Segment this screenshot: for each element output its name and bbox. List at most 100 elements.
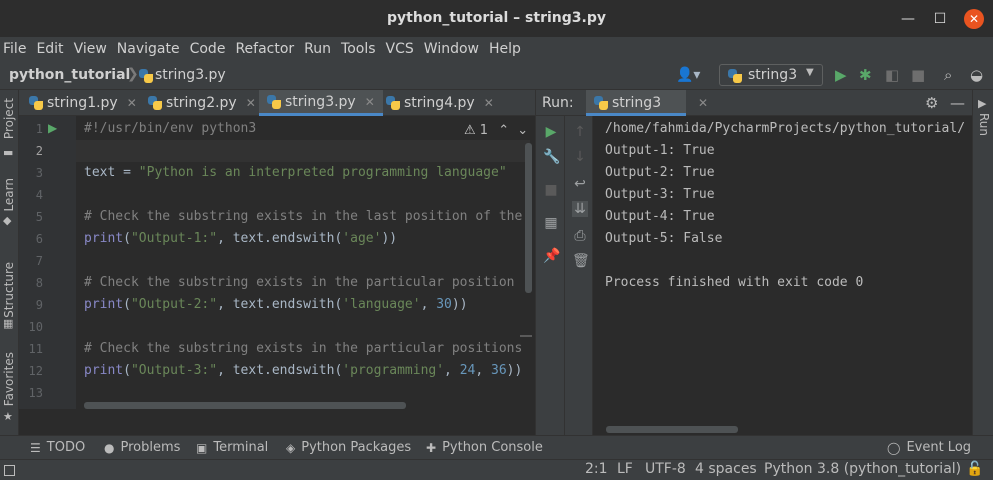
close-icon[interactable]: ✕ bbox=[964, 9, 984, 29]
arrow-down-icon[interactable]: ↓ bbox=[572, 149, 588, 165]
hide-panel-icon[interactable]: — bbox=[950, 94, 965, 112]
layout-icon[interactable]: ▦ bbox=[543, 215, 559, 231]
rerun-icon[interactable]: ▶ bbox=[543, 124, 559, 140]
python-interpreter[interactable]: Python 3.8 (python_tutorial) bbox=[764, 461, 961, 477]
gear-icon[interactable]: ⚙ bbox=[925, 94, 938, 112]
stop-icon[interactable]: ■ bbox=[543, 182, 559, 198]
run-console[interactable]: /home/fahmida/PycharmProjects/python_tut… bbox=[593, 116, 972, 435]
breadcrumb-file[interactable]: string3.py bbox=[155, 67, 226, 83]
lock-icon[interactable]: 🔓 bbox=[966, 461, 983, 477]
run-gutter-icon[interactable]: ▶ bbox=[48, 121, 57, 135]
menu-view[interactable]: View bbox=[74, 41, 107, 57]
line-number: 8 bbox=[35, 276, 43, 290]
tab-string3[interactable]: string3.py ✕ bbox=[259, 90, 383, 116]
toggle-tool-windows-icon[interactable] bbox=[4, 465, 15, 476]
close-tab-icon[interactable]: ✕ bbox=[484, 96, 494, 110]
run-configuration-select[interactable]: string3 ▼ bbox=[719, 64, 823, 86]
coverage-icon[interactable]: ◧ bbox=[885, 66, 899, 84]
code-token: , bbox=[444, 363, 460, 378]
maximize-icon[interactable]: ☐ bbox=[930, 9, 950, 29]
breadcrumb-project[interactable]: python_tutorial bbox=[9, 67, 130, 83]
chevron-down-icon: ▼ bbox=[806, 67, 814, 78]
tool-project[interactable]: Project bbox=[2, 98, 16, 139]
run-toolbar-secondary: ↑ ↓ ↩ ⇊ ⎙ 🗑 bbox=[564, 116, 593, 435]
menu-code[interactable]: Code bbox=[190, 41, 226, 57]
code-editor[interactable]: #!/usr/bin/env python3 text = "Python is… bbox=[76, 116, 530, 409]
menu-file[interactable]: File bbox=[3, 41, 26, 57]
menu-edit[interactable]: Edit bbox=[36, 41, 63, 57]
tool-learn[interactable]: Learn bbox=[2, 178, 16, 212]
tab-string2[interactable]: string2.py ✕ bbox=[148, 90, 256, 116]
python-file-icon bbox=[267, 94, 281, 109]
chevron-up-icon[interactable]: ⌃ bbox=[498, 123, 509, 138]
tool-terminal[interactable]: ▣ Terminal bbox=[196, 440, 268, 455]
minimize-icon[interactable]: — bbox=[898, 9, 918, 29]
soft-wrap-icon[interactable]: ↩ bbox=[572, 176, 588, 192]
line-separator[interactable]: LF bbox=[617, 461, 633, 477]
python-icon bbox=[594, 96, 608, 110]
python-file-icon bbox=[386, 96, 400, 110]
tool-python-packages[interactable]: ◈ Python Packages bbox=[286, 440, 411, 455]
trash-icon[interactable]: 🗑 bbox=[572, 253, 590, 269]
ide-features-icon[interactable]: ◒ bbox=[970, 66, 983, 84]
code-token: , bbox=[420, 297, 437, 312]
close-tab-icon[interactable]: ✕ bbox=[365, 95, 375, 109]
tool-favorites[interactable]: Favorites bbox=[2, 352, 16, 406]
title-bar: python_tutorial – string3.py — ☐ ✕ bbox=[0, 0, 993, 37]
run-icon[interactable]: ▶ bbox=[835, 66, 847, 84]
code-token: )) bbox=[451, 297, 468, 312]
indent-setting[interactable]: 4 spaces bbox=[695, 461, 757, 477]
menu-vcs[interactable]: VCS bbox=[386, 41, 414, 57]
tab-string4[interactable]: string4.py ✕ bbox=[386, 90, 494, 116]
folder-icon: ▬ bbox=[3, 146, 14, 159]
debug-icon[interactable]: ✱ bbox=[859, 66, 872, 84]
user-icon[interactable]: 👤▾ bbox=[676, 67, 700, 83]
menu-window[interactable]: Window bbox=[424, 41, 479, 57]
run-tab-string3[interactable]: string3 bbox=[586, 90, 686, 116]
python-file-icon bbox=[148, 96, 162, 110]
tab-string1[interactable]: string1.py ✕ bbox=[29, 90, 137, 116]
console-line: Output-4: True bbox=[605, 209, 715, 224]
editor-tab-bar: string1.py ✕ string2.py ✕ string3.py ✕ s… bbox=[19, 90, 535, 116]
arrow-up-icon[interactable]: ↑ bbox=[572, 124, 588, 140]
tool-python-console[interactable]: ✚ Python Console bbox=[426, 440, 543, 455]
tool-run[interactable]: Run bbox=[977, 113, 991, 136]
print-icon[interactable]: ⎙ bbox=[572, 228, 588, 244]
tab-label: string2.py bbox=[166, 95, 237, 111]
tool-structure[interactable]: Structure bbox=[2, 262, 16, 318]
close-tab-icon[interactable]: ✕ bbox=[127, 96, 137, 110]
editor-vertical-scrollbar[interactable] bbox=[525, 143, 532, 293]
inspection-widget[interactable]: ⚠ 1 ⌃ ⌄ bbox=[464, 123, 528, 138]
console-horizontal-scrollbar[interactable] bbox=[606, 426, 738, 433]
left-tool-strip: Project ▬ Learn ◆ Structure ▦ Favorites … bbox=[0, 90, 19, 435]
tool-todo[interactable]: ☰ TODO bbox=[30, 440, 85, 455]
editor-gutter: 1 ▶ 2 3 4 5 6 7 8 9 10 11 12 13 bbox=[19, 116, 76, 409]
pin-icon[interactable]: 📌 bbox=[543, 248, 560, 264]
tab-label: string1.py bbox=[47, 95, 118, 111]
code-number: 36 bbox=[491, 363, 507, 378]
code-token: text = bbox=[84, 165, 139, 180]
chevron-down-icon[interactable]: ⌄ bbox=[517, 123, 528, 138]
search-icon[interactable]: ⌕ bbox=[944, 66, 952, 84]
run-tab-label: string3 bbox=[612, 95, 662, 111]
code-line-1: #!/usr/bin/env python3 bbox=[84, 121, 257, 136]
tool-problems[interactable]: ● Problems bbox=[104, 440, 180, 455]
menu-refactor[interactable]: Refactor bbox=[235, 41, 294, 57]
stop-icon[interactable]: ■ bbox=[911, 66, 925, 84]
menu-tools[interactable]: Tools bbox=[341, 41, 376, 57]
close-tab-icon[interactable]: ✕ bbox=[246, 96, 256, 110]
python-console-icon: ✚ bbox=[426, 440, 437, 455]
line-number: 1 bbox=[35, 122, 43, 136]
wrench-icon[interactable]: 🔧 bbox=[543, 149, 560, 165]
caret-position[interactable]: 2:1 bbox=[585, 461, 608, 477]
menu-run[interactable]: Run bbox=[304, 41, 331, 57]
menu-navigate[interactable]: Navigate bbox=[117, 41, 180, 57]
file-encoding[interactable]: UTF-8 bbox=[645, 461, 686, 477]
menu-help[interactable]: Help bbox=[489, 41, 521, 57]
line-number: 13 bbox=[28, 386, 43, 400]
packages-icon: ◈ bbox=[286, 440, 296, 455]
editor-horizontal-scrollbar[interactable] bbox=[84, 402, 406, 409]
close-run-tab-icon[interactable]: ✕ bbox=[698, 96, 708, 110]
tool-event-log[interactable]: ◯ Event Log bbox=[887, 440, 971, 455]
scroll-to-end-icon[interactable]: ⇊ bbox=[572, 201, 588, 217]
